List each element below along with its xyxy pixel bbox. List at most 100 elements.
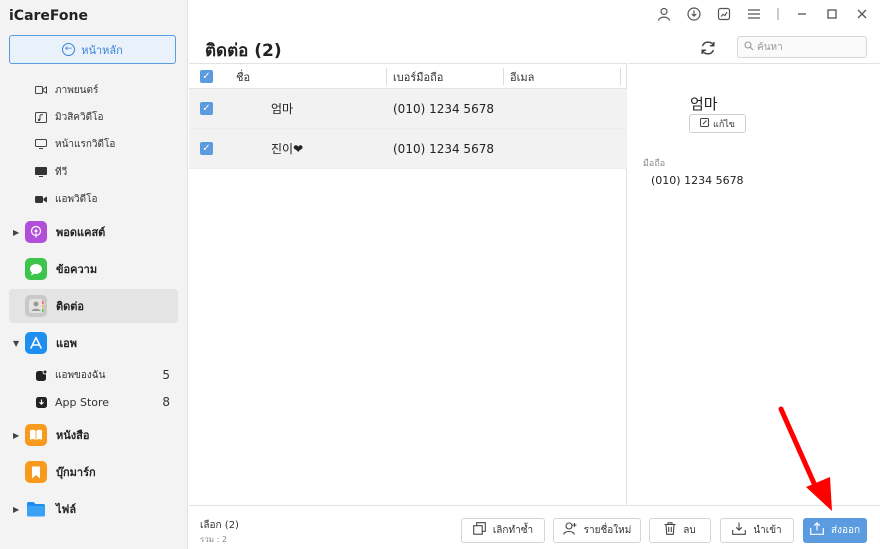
detail-contact-name: 엄마 (690, 95, 718, 113)
camera-icon (35, 194, 47, 204)
message-icon (25, 258, 47, 280)
sidebar-item-label: ภาพยนตร์ (55, 84, 99, 96)
menu-icon[interactable] (746, 6, 762, 22)
sidebar-item-label: มิวสิควิดีโอ (55, 111, 104, 123)
row-checkbox[interactable]: ✓ (200, 102, 213, 115)
table-row[interactable]: ✓ 엄마 (010) 1234 5678 (189, 89, 627, 129)
import-icon (732, 522, 747, 539)
sidebar-item-messages[interactable]: ข้อความ (9, 252, 178, 286)
dedupe-button-label: เลิกทำซ้ำ (492, 525, 534, 536)
sidebar-item-files[interactable]: ▶ ไฟล์ (9, 492, 178, 526)
column-header-phone[interactable]: เบอร์มือถือ (387, 68, 443, 85)
column-header-name[interactable]: ชื่อ (230, 68, 250, 85)
search-icon (744, 40, 754, 54)
minimize-icon[interactable] (794, 6, 810, 22)
export-icon (810, 522, 824, 539)
import-button-label: นำเข้า (753, 525, 782, 536)
item-count: 8 (162, 395, 170, 409)
table-header: ✓ ชื่อ เบอร์มือถือ อีเมล (189, 64, 627, 89)
contact-phone: (010) 1234 5678 (393, 101, 494, 116)
sidebar-item-home-videos[interactable]: หน้าแรกวิดีโอ (35, 134, 180, 154)
account-icon[interactable] (656, 6, 672, 22)
sidebar-item-label: บุ๊กมาร์ก (56, 466, 96, 479)
field-label-mobile: มือถือ (643, 159, 666, 169)
folder-icon (25, 498, 47, 520)
column-header-email[interactable]: อีเมล (504, 68, 534, 85)
app-tile-icon (35, 369, 47, 381)
feedback-icon[interactable] (716, 6, 732, 22)
new-contact-button-label: รายชื่อใหม่ (583, 525, 632, 536)
back-arrow-icon: ← (62, 43, 76, 56)
video-icon (35, 85, 47, 95)
edit-icon (700, 117, 710, 130)
dedupe-button[interactable]: เลิกทำซ้ำ (461, 518, 545, 543)
edit-button[interactable]: แก้ไข (689, 114, 746, 133)
sidebar-item-label: แอพวิดีโอ (55, 193, 98, 205)
total-count: รวม : 2 (200, 535, 227, 544)
contact-phone: (010) 1234 5678 (393, 141, 494, 156)
new-contact-button[interactable]: รายชื่อใหม่ (553, 518, 641, 543)
sidebar-item-label: หนังสือ (56, 429, 90, 442)
maximize-icon[interactable] (824, 6, 840, 22)
download-icon[interactable] (686, 6, 702, 22)
select-all-checkbox[interactable]: ✓ (200, 70, 213, 83)
sidebar-item-label: แอพ (56, 337, 77, 350)
duplicate-icon (473, 522, 486, 539)
tv-icon (35, 167, 47, 177)
sidebar-item-label: ข้อความ (56, 263, 98, 276)
delete-button[interactable]: ลบ (649, 518, 711, 543)
item-count: 5 (162, 368, 170, 382)
podcast-icon (25, 221, 47, 243)
collapse-triangle-icon[interactable]: ▼ (13, 339, 19, 348)
divider (776, 6, 780, 22)
add-person-icon (562, 522, 577, 539)
trash-icon (664, 522, 676, 539)
sidebar-item-video-apps[interactable]: แอพวิดีโอ (35, 189, 180, 209)
sidebar-item-label: แอพของฉัน (55, 369, 106, 381)
selected-label: เลือก (200, 520, 222, 531)
column-divider[interactable] (620, 68, 621, 85)
sidebar-item-movies[interactable]: ภาพยนตร์ (35, 80, 180, 100)
contact-name: 엄마 (271, 102, 294, 116)
contact-detail-panel: 엄마 แก้ไข มือถือ (010) 1234 5678 (628, 63, 880, 505)
import-button[interactable]: นำเข้า (720, 518, 794, 543)
edit-button-label: แก้ไข (713, 119, 735, 130)
sidebar-item-label: พอดแคสต์ (56, 226, 106, 239)
expand-triangle-icon[interactable]: ▶ (13, 228, 19, 237)
row-checkbox[interactable]: ✓ (200, 142, 213, 155)
sidebar-item-label: ไฟล์ (56, 503, 77, 516)
selected-count: (2) (224, 520, 239, 531)
search-input[interactable] (757, 41, 857, 53)
contacts-table: ✓ ชื่อ เบอร์มือถือ อีเมล ✓ 엄마 (010) 1234… (189, 63, 627, 505)
refresh-icon[interactable] (698, 38, 718, 58)
expand-triangle-icon[interactable]: ▶ (13, 505, 19, 514)
sidebar-item-my-apps[interactable]: แอพของฉัน 5 (35, 365, 180, 385)
sidebar-item-bookmarks[interactable]: บุ๊กมาร์ก (9, 455, 178, 489)
monitor-icon (35, 139, 47, 149)
sidebar-item-label: หน้าแรกวิดีโอ (55, 138, 116, 150)
sidebar-item-app-store[interactable]: App Store 8 (35, 392, 180, 412)
bookmark-icon (25, 461, 47, 483)
export-button-label: ส่งออก (830, 525, 861, 536)
export-button[interactable]: ส่งออก (803, 518, 867, 543)
contact-name: 진이❤ (271, 142, 304, 156)
home-button-label: หน้าหลัก (81, 43, 123, 57)
books-icon (25, 424, 47, 446)
window-controls (656, 6, 870, 22)
sidebar-item-label: ติดต่อ (56, 300, 85, 313)
delete-button-label: ลบ (683, 525, 696, 536)
selection-status: เลือก (2) (200, 518, 239, 533)
sidebar-item-music-videos[interactable]: มิวสิควิดีโอ (35, 107, 180, 127)
field-value-mobile: (010) 1234 5678 (651, 174, 744, 187)
sidebar-item-tv[interactable]: ทีวี (35, 162, 180, 182)
home-button[interactable]: ← หน้าหลัก (9, 35, 176, 64)
table-row[interactable]: ✓ 진이❤ (010) 1234 5678 (189, 129, 627, 169)
sidebar-item-books[interactable]: ▶ หนังสือ (9, 418, 178, 452)
sidebar-item-podcasts[interactable]: ▶ พอดแคสต์ (9, 215, 178, 249)
close-icon[interactable] (854, 6, 870, 22)
sidebar-item-apps[interactable]: ▼ แอพ (9, 326, 178, 360)
expand-triangle-icon[interactable]: ▶ (13, 431, 19, 440)
sidebar: iCareFone ← หน้าหลัก ภาพยนตร์ มิวสิควิดี… (0, 0, 188, 549)
bottom-toolbar: เลือก (2) รวม : 2 เลิกทำซ้ำ รายชื่อใหม่ … (189, 505, 880, 549)
sidebar-item-contacts[interactable]: ติดต่อ (9, 289, 178, 323)
